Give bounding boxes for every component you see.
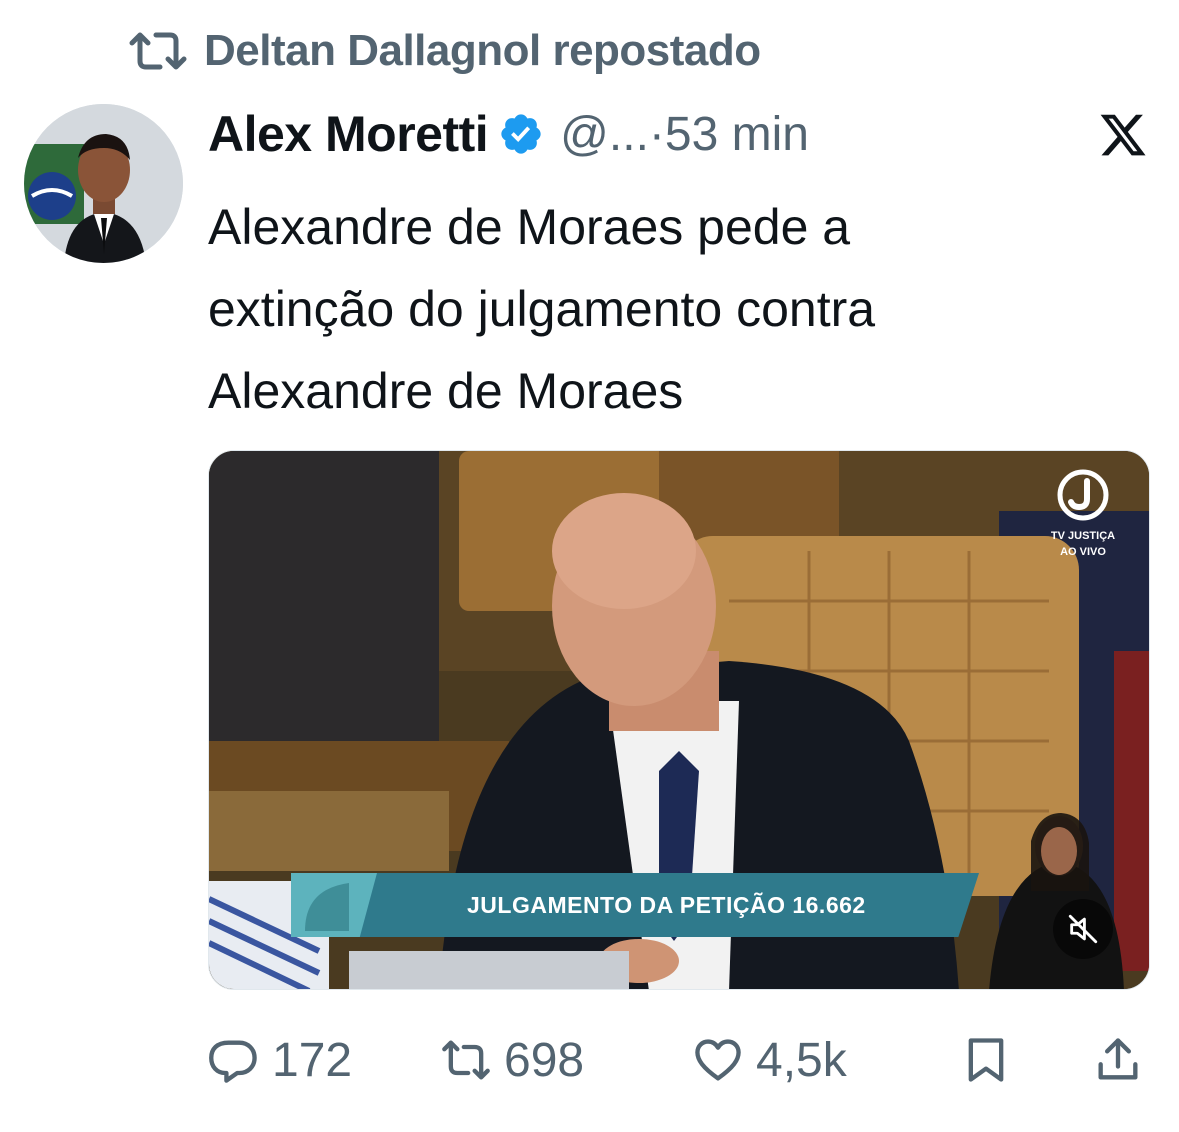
bookmark-button[interactable] <box>960 1025 1012 1095</box>
tweet-text-line: Alexandre de Moraes <box>208 363 684 419</box>
repost-header[interactable]: Deltan Dallagnol repostado <box>128 22 761 80</box>
like-count: 4,5k <box>756 1033 847 1087</box>
reply-button[interactable]: 172 <box>208 1025 352 1095</box>
repost-icon <box>129 32 187 70</box>
heart-icon <box>695 1039 741 1081</box>
share-button[interactable] <box>1092 1025 1144 1095</box>
lower-third-banner: JULGAMENTO DA PETIÇÃO 16.662 <box>291 873 979 937</box>
x-logo-icon <box>1100 114 1146 156</box>
reply-count: 172 <box>272 1033 353 1087</box>
tweet-text-line: Alexandre de Moraes pede a <box>208 199 851 255</box>
broadcaster-logo: TV JUSTIÇA AO VIVO <box>1033 469 1133 558</box>
repost-count: 698 <box>504 1033 585 1087</box>
tweet-text-line: extinção do julgamento contra <box>208 281 876 337</box>
tweet-action-bar: 172 698 4,5k <box>208 1025 1150 1095</box>
mute-button[interactable] <box>1053 899 1113 959</box>
bookmark-icon <box>968 1038 1004 1082</box>
lower-third-title: JULGAMENTO DA PETIÇÃO 16.662 <box>467 892 866 918</box>
handle-and-time[interactable]: @...·53 min <box>560 107 809 162</box>
reply-icon <box>209 1040 257 1083</box>
repost-text: Deltan Dallagnol repostado <box>204 26 761 75</box>
share-icon <box>1098 1038 1138 1080</box>
tweet-header: Alex Moretti @...·53 min <box>208 100 809 168</box>
tweet-media-video[interactable]: TV JUSTIÇA AO VIVO JULGAMENTO DA PETIÇÃO… <box>208 450 1150 990</box>
verified-badge-icon <box>501 114 541 154</box>
avatar-image <box>24 104 183 263</box>
broadcaster-label-1: TV JUSTIÇA <box>1050 530 1116 542</box>
repost-button[interactable]: 698 <box>440 1025 584 1095</box>
mute-icon <box>1068 914 1098 944</box>
avatar[interactable] <box>24 104 183 263</box>
tweet-text: Alexandre de Moraes pede a extinção do j… <box>208 186 1138 432</box>
author-name[interactable]: Alex Moretti <box>208 105 489 163</box>
broadcaster-label-2: AO VIVO <box>1060 546 1106 558</box>
tv-justica-logo-icon <box>1057 469 1109 521</box>
like-button[interactable]: 4,5k <box>692 1025 847 1095</box>
repost-icon <box>442 1040 490 1080</box>
